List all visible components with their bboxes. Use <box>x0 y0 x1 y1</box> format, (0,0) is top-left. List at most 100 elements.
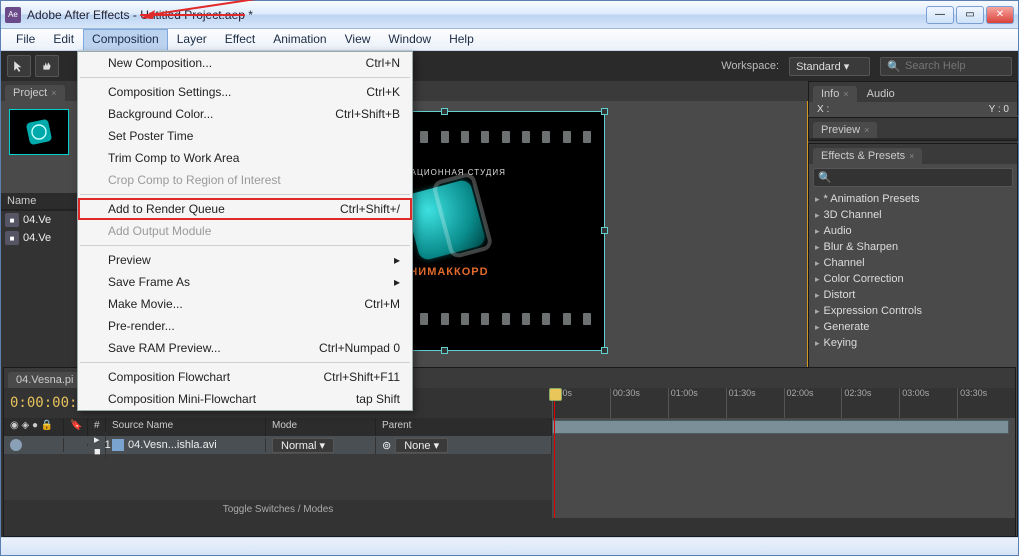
tab-info[interactable]: Info× <box>813 86 857 102</box>
menu-file[interactable]: File <box>7 29 44 50</box>
menu-item-label: Save Frame As <box>108 275 190 289</box>
handle-mr[interactable] <box>601 227 608 234</box>
mode-dropdown[interactable]: Normal ▾ <box>272 438 334 453</box>
layer-name: 04.Vesn...ishla.avi <box>128 439 217 451</box>
menu-item-save-ram-preview[interactable]: Save RAM Preview...Ctrl+Numpad 0 <box>78 337 412 359</box>
menu-layer[interactable]: Layer <box>168 29 216 50</box>
menu-separator <box>80 245 410 246</box>
menu-separator <box>80 362 410 363</box>
col-parent: Parent <box>376 418 552 436</box>
menu-edit[interactable]: Edit <box>44 29 83 50</box>
chevron-right-icon: ▸ <box>815 194 820 205</box>
menu-item-make-movie[interactable]: Make Movie...Ctrl+M <box>78 293 412 315</box>
layer-bar[interactable] <box>552 420 1009 434</box>
menu-item-trim-comp-to-work-area[interactable]: Trim Comp to Work Area <box>78 147 412 169</box>
chevron-right-icon: ▸ <box>815 338 820 349</box>
parent-dropdown[interactable]: None ▾ <box>395 438 448 453</box>
effects-category-label: Generate <box>824 321 870 333</box>
playhead[interactable] <box>554 388 555 518</box>
col-mode: Mode <box>266 418 376 436</box>
timeline-right[interactable]: :00s00:30s01:00s01:30s02:00s02:30s03:00s… <box>552 388 1015 518</box>
selection-tool-icon[interactable] <box>7 55 31 77</box>
tab-project[interactable]: Project× <box>5 85 65 101</box>
menu-item-label: Composition Mini-Flowchart <box>108 392 256 406</box>
workspace-label: Workspace: <box>721 60 779 72</box>
close-icon[interactable]: × <box>51 88 56 98</box>
menu-item-composition-mini-flowchart[interactable]: Composition Mini-Flowcharttap Shift <box>78 388 412 410</box>
workspace-dropdown[interactable]: Standard ▾ <box>789 57 870 76</box>
menu-help[interactable]: Help <box>440 29 483 50</box>
effects-search[interactable]: 🔍 <box>813 168 1013 187</box>
search-help[interactable]: 🔍 <box>880 57 1012 76</box>
project-item[interactable]: ■ 04.Ve <box>1 229 81 247</box>
effects-category-label: * Animation Presets <box>824 193 920 205</box>
effects-category-label: 3D Channel <box>824 209 882 221</box>
effects-category[interactable]: ▸Generate <box>813 319 1013 335</box>
effects-category[interactable]: ▸Expression Controls <box>813 303 1013 319</box>
project-panel-tabs: Project× <box>1 81 81 101</box>
menu-item-set-poster-time[interactable]: Set Poster Time <box>78 125 412 147</box>
tab-preview[interactable]: Preview× <box>813 122 877 138</box>
footage-icon <box>112 439 124 451</box>
footage-icon: ■ <box>5 231 19 245</box>
menu-item-composition-settings[interactable]: Composition Settings...Ctrl+K <box>78 81 412 103</box>
menu-item-save-frame-as[interactable]: Save Frame As▸ <box>78 271 412 293</box>
timeline-layer-row[interactable]: ▸ ■ 1 04.Vesn...ishla.avi Normal ▾ ⊚None… <box>4 436 552 454</box>
effects-category[interactable]: ▸Color Correction <box>813 271 1013 287</box>
menu-item-new-composition[interactable]: New Composition...Ctrl+N <box>78 52 412 74</box>
tab-audio[interactable]: Audio <box>859 86 903 102</box>
menu-item-preview[interactable]: Preview▸ <box>78 249 412 271</box>
menu-composition[interactable]: Composition <box>83 29 168 50</box>
col-source: Source Name <box>106 418 266 436</box>
close-icon[interactable]: × <box>909 151 914 161</box>
eye-icon[interactable] <box>10 439 22 451</box>
menu-item-label: Composition Settings... <box>108 85 231 99</box>
menu-item-composition-flowchart[interactable]: Composition FlowchartCtrl+Shift+F11 <box>78 366 412 388</box>
menu-item-add-output-module: Add Output Module <box>78 220 412 242</box>
maximize-button[interactable]: ▭ <box>956 6 984 24</box>
menu-item-background-color[interactable]: Background Color...Ctrl+Shift+B <box>78 103 412 125</box>
search-icon: 🔍 <box>887 60 901 73</box>
handle-tr[interactable] <box>601 108 608 115</box>
handle-tm[interactable] <box>441 108 448 115</box>
menu-animation[interactable]: Animation <box>264 29 335 50</box>
project-item[interactable]: ■04.Ve <box>1 211 81 229</box>
effects-search-input[interactable] <box>836 172 1008 184</box>
effects-category-label: Channel <box>824 257 865 269</box>
menu-item-label: Crop Comp to Region of Interest <box>108 173 281 187</box>
effects-category[interactable]: ▸Distort <box>813 287 1013 303</box>
pickwhip-icon[interactable]: ⊚ <box>382 439 391 452</box>
menu-item-accel: ▸ <box>394 253 400 267</box>
ruler-tick: 02:00s <box>784 388 842 418</box>
toggle-switches[interactable]: Toggle Switches / Modes <box>4 500 552 518</box>
menu-view[interactable]: View <box>336 29 380 50</box>
ruler-tick: 03:00s <box>899 388 957 418</box>
menu-item-accel: Ctrl+Shift+/ <box>340 202 400 216</box>
ruler-tick: 02:30s <box>841 388 899 418</box>
menu-item-add-to-render-queue[interactable]: Add to Render QueueCtrl+Shift+/ <box>78 198 412 220</box>
menu-item-label: Composition Flowchart <box>108 370 230 384</box>
effects-category-label: Color Correction <box>824 273 904 285</box>
handle-bm[interactable] <box>441 347 448 354</box>
effects-category[interactable]: ▸Blur & Sharpen <box>813 239 1013 255</box>
menu-window[interactable]: Window <box>379 29 440 50</box>
time-ruler[interactable]: :00s00:30s01:00s01:30s02:00s02:30s03:00s… <box>552 388 1015 418</box>
hand-tool-icon[interactable] <box>35 55 59 77</box>
effects-category[interactable]: ▸Keying <box>813 335 1013 351</box>
menu-effect[interactable]: Effect <box>216 29 264 50</box>
effects-category[interactable]: ▸Audio <box>813 223 1013 239</box>
effects-category-label: Blur & Sharpen <box>824 241 899 253</box>
handle-br[interactable] <box>601 347 608 354</box>
minimize-button[interactable]: — <box>926 6 954 24</box>
effects-category[interactable]: ▸3D Channel <box>813 207 1013 223</box>
close-button[interactable]: ✕ <box>986 6 1014 24</box>
close-icon[interactable]: × <box>843 89 848 99</box>
effects-category[interactable]: ▸Channel <box>813 255 1013 271</box>
effects-category[interactable]: ▸ * Animation Presets <box>813 191 1013 207</box>
project-item-name: 04.Ve <box>23 232 51 244</box>
close-icon[interactable]: × <box>864 125 869 135</box>
search-input[interactable] <box>905 60 1005 72</box>
tab-effects[interactable]: Effects & Presets× <box>813 148 922 164</box>
menu-item-pre-render[interactable]: Pre-render... <box>78 315 412 337</box>
project-item-name: 04.Ve <box>23 214 51 226</box>
